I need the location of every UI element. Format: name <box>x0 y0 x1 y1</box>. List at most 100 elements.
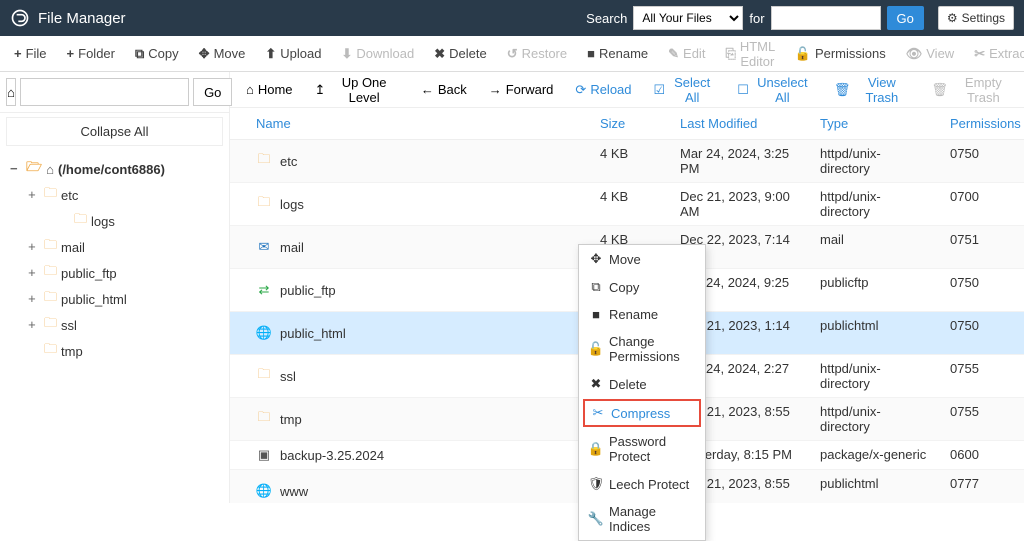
action-back-button[interactable]: ←Back <box>411 75 477 105</box>
expand-icon[interactable]: + <box>28 266 40 281</box>
ctx-manage-indices[interactable]: 🔧Manage Indices <box>579 498 705 540</box>
action-bar: ⌂Home↥Up One Level←Back→Forward⟳Reload☑S… <box>230 72 1024 108</box>
toolbar-copy-button[interactable]: ⧉ Copy <box>125 38 189 70</box>
folder-icon: 🗀 <box>256 193 272 215</box>
toolbar-move-button[interactable]: ✥ Move <box>189 38 256 70</box>
file-type: publichtml <box>810 312 940 354</box>
context-menu: ✥Move⧉Copy■Rename🔓Change Permissions✖Del… <box>578 244 706 541</box>
change-permissions-icon: 🔓 <box>589 341 603 357</box>
action-home-button[interactable]: ⌂Home <box>236 75 303 105</box>
upload-icon: ⬆ <box>265 46 276 62</box>
file-modified: Mar 24, 2024, 3:25 PM <box>670 140 810 182</box>
folder-icon: 🗀 <box>44 288 57 310</box>
tree-item-etc[interactable]: +🗀etc <box>28 182 219 208</box>
www-icon: 🌐 <box>256 483 272 499</box>
toolbar-download-button: ⬇ Download <box>331 38 424 70</box>
path-input[interactable] <box>20 78 189 106</box>
sidebar-home-button[interactable]: ⌂ <box>6 78 16 106</box>
header-search: Search All Your Files for Go ⚙Settings <box>586 6 1014 30</box>
file-name: ssl <box>280 369 296 384</box>
search-scope-select[interactable]: All Your Files <box>633 6 743 30</box>
file-permissions: 0755 <box>940 398 1024 440</box>
content-area: ⌂Home↥Up One Level←Back→Forward⟳Reload☑S… <box>230 72 1024 503</box>
search-go-button[interactable]: Go <box>887 6 924 30</box>
toolbar-folder-button[interactable]: + Folder <box>57 38 125 70</box>
col-name-header[interactable]: Name <box>230 108 590 139</box>
reload-icon: ⟳ <box>575 82 586 98</box>
folder-icon: 🗀 <box>74 210 87 232</box>
file-permissions: 0600 <box>940 441 1024 469</box>
file-name: public_html <box>280 326 346 341</box>
settings-button[interactable]: ⚙Settings <box>938 6 1014 30</box>
collapse-icon[interactable]: − <box>10 162 22 177</box>
home-icon: ⌂ <box>246 82 254 97</box>
download-icon: ⬇ <box>341 46 352 62</box>
col-mod-header[interactable]: Last Modified <box>670 108 810 139</box>
toolbar-html-editor-button: ⎘ HTML Editor <box>715 38 784 70</box>
file-type: package/x-generic <box>810 441 940 469</box>
col-perm-header[interactable]: Permissions <box>940 108 1024 139</box>
col-type-header[interactable]: Type <box>810 108 940 139</box>
tree-item-mail[interactable]: +🗀mail <box>28 234 219 260</box>
expand-icon[interactable]: + <box>28 188 40 203</box>
globe-icon: 🌐 <box>256 325 272 341</box>
action-select-all-button[interactable]: ☑Select All <box>644 75 726 105</box>
ctx-compress[interactable]: ✂Compress <box>583 399 701 427</box>
path-go-button[interactable]: Go <box>193 78 232 106</box>
manage-indices-icon: 🔧 <box>589 511 603 527</box>
ctx-copy[interactable]: ⧉Copy <box>579 273 705 301</box>
folder-icon: 🗀 <box>44 184 57 206</box>
ctx-change-permissions[interactable]: 🔓Change Permissions <box>579 328 705 370</box>
tree-item-tmp[interactable]: 🗀tmp <box>28 338 219 364</box>
toolbar-upload-button[interactable]: ⬆ Upload <box>255 38 331 70</box>
leech-protect-icon: 🛡 <box>589 476 603 492</box>
delete-icon: ✖ <box>589 376 603 392</box>
ctx-password-protect[interactable]: 🔒Password Protect <box>579 428 705 470</box>
toolbar-edit-button: ✎ Edit <box>658 38 715 70</box>
search-label: Search <box>586 11 627 26</box>
folder-icon: 🗀 <box>44 314 57 336</box>
gear-icon: ⚙ <box>947 11 958 25</box>
file-type: publichtml <box>810 470 940 503</box>
file-type: mail <box>810 226 940 268</box>
toolbar-restore-button: ↺ Restore <box>497 38 577 70</box>
file-permissions: 0751 <box>940 226 1024 268</box>
permissions-icon: 🔓 <box>795 46 811 62</box>
expand-icon[interactable]: + <box>28 292 40 307</box>
delete-icon: ✖ <box>434 46 445 62</box>
tree-root[interactable]: − 🗁 ⌂ (/home/cont6886) <box>10 156 219 182</box>
file-name: tmp <box>280 412 302 427</box>
mail-icon: ✉ <box>256 239 272 255</box>
expand-icon[interactable]: + <box>28 318 40 333</box>
toolbar-permissions-button[interactable]: 🔓 Permissions <box>785 38 896 70</box>
tree-item-public_ftp[interactable]: +🗀public_ftp <box>28 260 219 286</box>
file-permissions: 0777 <box>940 470 1024 503</box>
toolbar-file-button[interactable]: + File <box>4 38 57 70</box>
action-unselect-all-button[interactable]: ☐Unselect All <box>727 75 822 105</box>
file-row[interactable]: 🗀logs4 KBDec 21, 2023, 9:00 AMhttpd/unix… <box>230 183 1024 226</box>
action-reload-button[interactable]: ⟳Reload <box>565 75 641 105</box>
tree-item-ssl[interactable]: +🗀ssl <box>28 312 219 338</box>
toolbar-delete-button[interactable]: ✖ Delete <box>424 38 496 70</box>
collapse-all-button[interactable]: Collapse All <box>6 117 223 146</box>
file-name: mail <box>280 240 304 255</box>
action-view-trash-button[interactable]: 🗑View Trash <box>824 75 920 105</box>
file-name: logs <box>280 197 304 212</box>
file-name: backup-3.25.2024 <box>280 448 384 463</box>
app-header: File Manager Search All Your Files for G… <box>0 0 1024 36</box>
col-size-header[interactable]: Size <box>590 108 670 139</box>
folder-tree: − 🗁 ⌂ (/home/cont6886) +🗀etc🗀logs+🗀mail+… <box>0 150 229 370</box>
ctx-delete[interactable]: ✖Delete <box>579 370 705 398</box>
action-up-one-level-button[interactable]: ↥Up One Level <box>305 75 409 105</box>
action-forward-button[interactable]: →Forward <box>479 75 564 105</box>
ctx-leech-protect[interactable]: 🛡Leech Protect <box>579 470 705 498</box>
ctx-move[interactable]: ✥Move <box>579 245 705 273</box>
file-row[interactable]: 🗀etc4 KBMar 24, 2024, 3:25 PMhttpd/unix-… <box>230 140 1024 183</box>
ctx-rename[interactable]: ■Rename <box>579 301 705 328</box>
search-input[interactable] <box>771 6 881 30</box>
tree-item-public_html[interactable]: +🗀public_html <box>28 286 219 312</box>
tree-item-logs[interactable]: 🗀logs <box>28 208 219 234</box>
toolbar-extract-button: ✂ Extract <box>964 38 1024 70</box>
toolbar-rename-button[interactable]: ■ Rename <box>577 38 658 70</box>
expand-icon[interactable]: + <box>28 240 40 255</box>
